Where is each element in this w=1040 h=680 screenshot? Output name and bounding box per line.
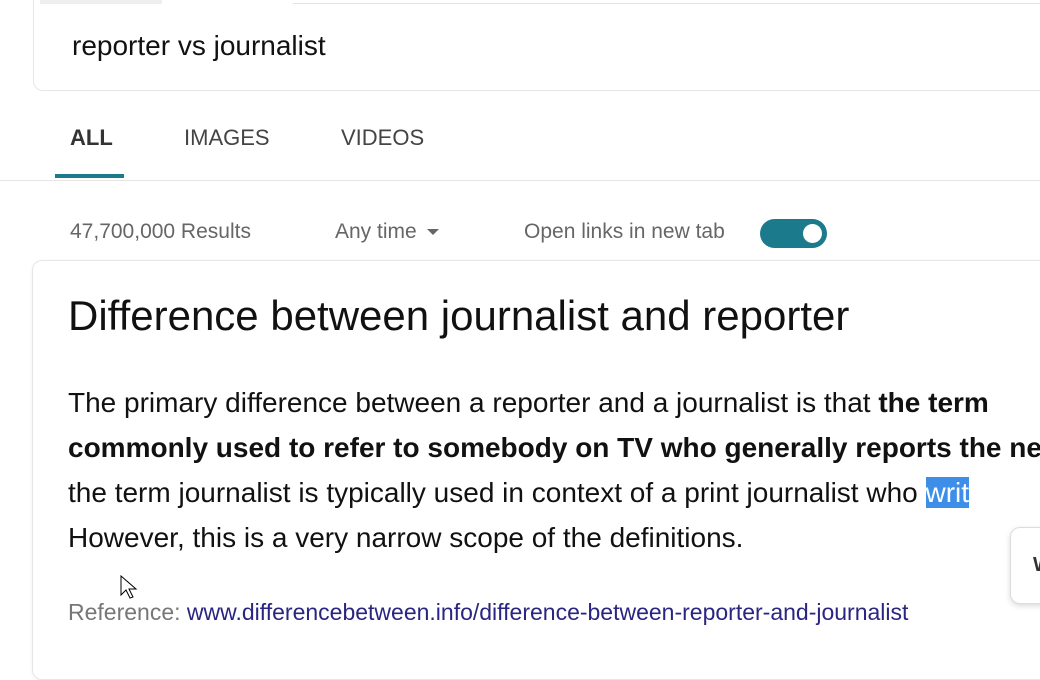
time-filter-dropdown[interactable]: Any time (335, 220, 439, 244)
results-count: 47,700,000 Results (70, 220, 251, 243)
search-input[interactable]: reporter vs journalist (72, 30, 326, 62)
popup-label: W (1033, 554, 1040, 577)
answer-line-1: The primary difference between a reporte… (68, 387, 989, 419)
toggle-knob (803, 224, 822, 243)
selection-popup[interactable]: W (1010, 527, 1040, 604)
mouse-cursor-icon (120, 575, 138, 599)
time-filter-label: Any time (335, 220, 417, 243)
reference: Reference: www.differencebetween.info/di… (68, 599, 908, 626)
tab-images[interactable]: IMAGES (184, 125, 270, 151)
answer-line-4: However, this is a very narrow scope of … (68, 522, 744, 553)
reference-label: Reference: (68, 599, 187, 625)
reference-link[interactable]: www.differencebetween.info/difference-be… (187, 599, 909, 625)
active-tab-indicator (55, 174, 124, 178)
tab-videos[interactable]: VIDEOS (341, 125, 424, 151)
answer-text: The primary difference between a reporte… (68, 387, 879, 418)
new-tab-toggle[interactable] (760, 219, 827, 248)
new-tab-label: Open links in new tab (524, 220, 725, 243)
divider (0, 180, 1040, 181)
answer-text: the term journalist is typically used in… (68, 477, 926, 508)
answer-title: Difference between journalist and report… (68, 292, 850, 339)
answer-line-2: commonly used to refer to somebody on TV… (68, 432, 1040, 463)
answer-line-3: the term journalist is typically used in… (68, 477, 970, 509)
caret-down-icon (426, 229, 439, 236)
tab-all[interactable]: ALL (70, 125, 113, 151)
selected-text[interactable]: writ (925, 477, 970, 508)
answer-bold-text: the term (878, 387, 989, 418)
